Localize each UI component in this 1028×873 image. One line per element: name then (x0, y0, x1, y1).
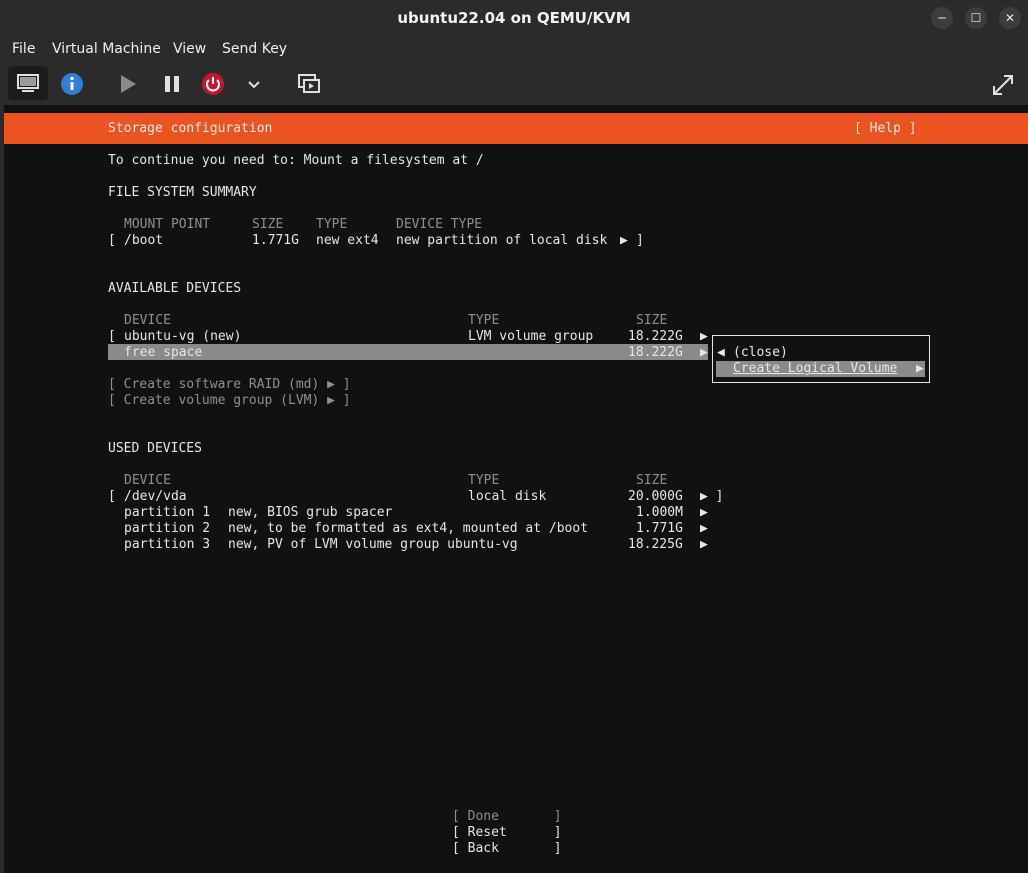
fs-device-type: new partition of local disk (396, 233, 608, 248)
partition-size: 18.225G (628, 537, 683, 552)
play-arrow-icon: ▶ (700, 537, 708, 552)
vg-type: LVM volume group (468, 329, 594, 344)
snapshot-button[interactable] (296, 71, 322, 97)
reset-button[interactable]: [ Reset ] (452, 825, 562, 841)
back-button[interactable]: [ Back ] (452, 841, 562, 857)
run-button[interactable] (116, 72, 140, 96)
shutdown-button[interactable] (201, 72, 225, 96)
play-arrow-icon: ▶ ] (700, 489, 724, 504)
avail-col-device: DEVICE (124, 313, 171, 328)
partition-name: partition 3 (124, 537, 211, 552)
window-title: ubuntu22.04 on QEMU/KVM (397, 9, 631, 27)
maximize-button[interactable]: ☐ (965, 7, 987, 29)
disk-size: 20.000G (628, 489, 683, 504)
screens-icon (298, 74, 320, 93)
partition-name: partition 2 (124, 521, 211, 536)
fs-col-mount: MOUNT POINT (124, 217, 211, 232)
used-col-size: SIZE (636, 473, 668, 488)
fs-col-type: TYPE (316, 217, 348, 232)
window-titlebar: ubuntu22.04 on QEMU/KVM ─ ☐ ✕ (0, 0, 1028, 36)
expand-icon (993, 75, 1013, 95)
fs-type: new ext4 (316, 233, 379, 248)
fs-col-device-type: DEVICE TYPE (396, 217, 483, 232)
play-arrow-icon: ▶ (700, 521, 708, 536)
menu-view[interactable]: View (173, 41, 206, 57)
partition-desc: new, BIOS grub spacer (228, 505, 393, 520)
play-arrow-icon: ▶ (916, 361, 924, 376)
menu-file[interactable]: File (12, 41, 35, 57)
details-button[interactable] (60, 72, 84, 96)
vm-console[interactable]: Storage configuration [ Help ] To contin… (4, 105, 1028, 873)
fs-col-size: SIZE (252, 217, 284, 232)
play-arrow-icon: ▶ (700, 329, 708, 344)
pause-button[interactable] (160, 72, 184, 96)
play-arrow-icon: ▶ (620, 233, 628, 248)
create-vg-button[interactable]: [ Create volume group (LVM) ▶ ] (108, 393, 351, 409)
minimize-button[interactable]: ─ (931, 7, 953, 29)
help-button[interactable]: [ Help ] (854, 121, 917, 137)
page-title: Storage configuration (108, 121, 273, 136)
shutdown-menu-button[interactable] (244, 74, 264, 94)
menu-send-key[interactable]: Send Key (222, 41, 287, 57)
power-icon (202, 73, 224, 95)
used-devices-heading: USED DEVICES (108, 441, 202, 456)
vg-name: ubuntu-vg (new) (124, 329, 242, 344)
partition-name: partition 1 (124, 505, 211, 520)
menu-create-logical-volume[interactable]: Create Logical Volume (733, 361, 897, 377)
create-raid-button[interactable]: [ Create software RAID (md) ▶ ] (108, 377, 351, 393)
done-button[interactable]: [ Done ] (452, 809, 562, 825)
used-col-type: TYPE (468, 473, 500, 488)
play-icon (121, 75, 136, 93)
row-bracket: [ (108, 329, 116, 344)
menu-virtual-machine[interactable]: Virtual Machine (52, 41, 161, 57)
menubar: File Virtual Machine View Send Key (0, 36, 1028, 64)
available-devices-heading: AVAILABLE DEVICES (108, 281, 242, 296)
fs-size: 1.771G (252, 233, 299, 248)
pause-icon (165, 76, 179, 92)
play-arrow-icon: ▶ (700, 505, 708, 520)
free-space-size: 18.222G (628, 345, 683, 360)
back-arrow-icon: ◀ (717, 345, 725, 360)
partition-desc: new, to be formatted as ext4, mounted at… (228, 521, 589, 536)
used-col-device: DEVICE (124, 473, 171, 488)
fullscreen-button[interactable] (990, 72, 1016, 98)
play-arrow-icon: ▶ (700, 345, 708, 360)
info-icon (61, 73, 83, 95)
avail-col-size: SIZE (636, 313, 668, 328)
avail-col-type: TYPE (468, 313, 500, 328)
disk-name: /dev/vda (124, 489, 187, 504)
close-button[interactable]: ✕ (999, 7, 1021, 29)
menu-close-item[interactable]: (close) (733, 345, 788, 361)
row-bracket: [ (108, 233, 116, 248)
console-view-button[interactable] (8, 66, 48, 100)
device-action-menu: ◀ (close) Create Logical Volume ▶ (712, 335, 930, 383)
partition-desc: new, PV of LVM volume group ubuntu-vg (228, 537, 518, 552)
toolbar (0, 64, 1028, 104)
chevron-down-icon (248, 81, 260, 89)
partition-size: 1.000M (636, 505, 683, 520)
instruction-text: To continue you need to: Mount a filesys… (108, 153, 484, 168)
fs-summary-heading: FILE SYSTEM SUMMARY (108, 185, 257, 200)
row-bracket: [ (108, 489, 116, 504)
free-space-name: free space (124, 345, 203, 360)
fs-mount: /boot (124, 233, 164, 248)
row-bracket: ] (636, 233, 644, 248)
monitor-icon (17, 74, 39, 92)
vg-size: 18.222G (628, 329, 683, 344)
partition-size: 1.771G (636, 521, 683, 536)
disk-type: local disk (468, 489, 547, 504)
